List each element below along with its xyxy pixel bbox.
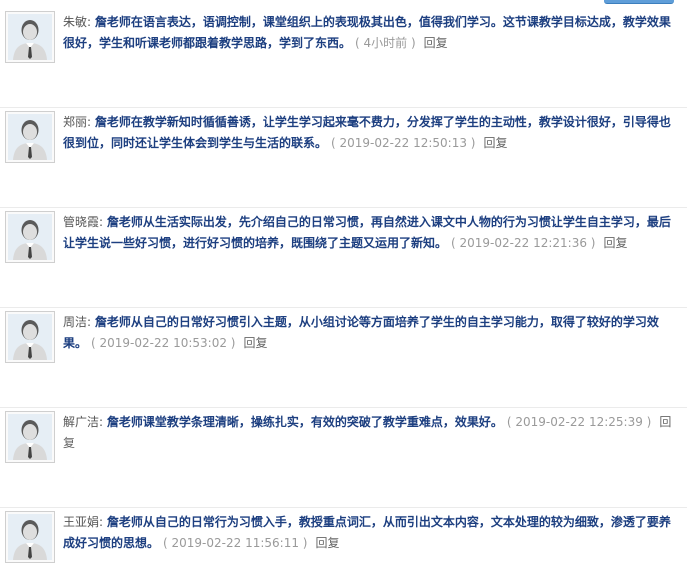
comment-text: 周洁: 詹老师从自己的日常好习惯引入主题，从小组讨论等方面培养了学生的自主学习能…: [63, 312, 677, 354]
default-user-avatar-icon[interactable]: [5, 411, 55, 463]
reply-link[interactable]: 回复: [424, 36, 448, 50]
comment-list-panel: 朱敏: 詹老师在语言表达，语调控制，课堂组织上的表现极其出色，值得我们学习。这节…: [0, 0, 687, 575]
comment-time: ( 2019-02-22 11:56:11 ): [163, 536, 308, 550]
reply-link[interactable]: 回复: [603, 236, 627, 250]
comment-time: ( 2019-02-22 12:25:39 ): [506, 415, 652, 429]
comment-item: 朱敏: 詹老师在语言表达，语调控制，课堂组织上的表现极其出色，值得我们学习。这节…: [0, 8, 687, 108]
default-user-avatar-icon[interactable]: [5, 511, 55, 563]
reply-link[interactable]: 回复: [315, 536, 339, 550]
comment-item: 管晓霞: 詹老师从生活实际出发，先介绍自己的日常习惯，再自然进入课文中人物的行为…: [0, 208, 687, 308]
commenter-name: 管晓霞:: [63, 215, 104, 229]
default-user-avatar-icon[interactable]: [5, 111, 55, 163]
reply-link[interactable]: 回复: [483, 136, 507, 150]
commenter-name: 周洁:: [63, 315, 92, 329]
commenter-name: 郑丽:: [63, 115, 92, 129]
commenter-name: 王亚娟:: [63, 515, 104, 529]
top-tab-button[interactable]: [604, 0, 674, 4]
commenter-name: 朱敏:: [63, 15, 92, 29]
default-user-avatar-icon[interactable]: [5, 311, 55, 363]
comment-text: 管晓霞: 詹老师从生活实际出发，先介绍自己的日常习惯，再自然进入课文中人物的行为…: [63, 212, 677, 254]
comment-text: 郑丽: 詹老师在教学新知时循循善诱，让学生学习起来毫不费力，分发挥了学生的主动性…: [63, 112, 677, 154]
commenter-name: 解广洁:: [63, 415, 104, 429]
comment-item: 王亚娟: 詹老师从自己的日常行为习惯入手，教授重点词汇，从而引出文本内容，文本处…: [0, 508, 687, 575]
comment-item: 周洁: 詹老师从自己的日常好习惯引入主题，从小组讨论等方面培养了学生的自主学习能…: [0, 308, 687, 408]
comment-time: ( 2019-02-22 12:21:36 ): [451, 236, 596, 250]
comment-text: 王亚娟: 詹老师从自己的日常行为习惯入手，教授重点词汇，从而引出文本内容，文本处…: [63, 512, 677, 554]
comment-time: ( 4小时前 ): [355, 36, 416, 50]
comment-text: 解广洁: 詹老师课堂教学条理清晰，操练扎实，有效的突破了教学重难点，效果好。( …: [63, 412, 677, 454]
comment-text: 朱敏: 詹老师在语言表达，语调控制，课堂组织上的表现极其出色，值得我们学习。这节…: [63, 12, 677, 54]
comment-content: 詹老师从自己的日常行为习惯入手，教授重点词汇，从而引出文本内容，文本处理的较为细…: [63, 515, 671, 550]
comment-content: 詹老师课堂教学条理清晰，操练扎实，有效的突破了教学重难点，效果好。: [106, 415, 503, 429]
comment-item: 郑丽: 詹老师在教学新知时循循善诱，让学生学习起来毫不费力，分发挥了学生的主动性…: [0, 108, 687, 208]
comment-time: ( 2019-02-22 12:50:13 ): [331, 136, 476, 150]
default-user-avatar-icon[interactable]: [5, 211, 55, 263]
comment-item: 解广洁: 詹老师课堂教学条理清晰，操练扎实，有效的突破了教学重难点，效果好。( …: [0, 408, 687, 508]
default-user-avatar-icon[interactable]: [5, 11, 55, 63]
reply-link[interactable]: 回复: [243, 336, 267, 350]
comment-time: ( 2019-02-22 10:53:02 ): [91, 336, 236, 350]
